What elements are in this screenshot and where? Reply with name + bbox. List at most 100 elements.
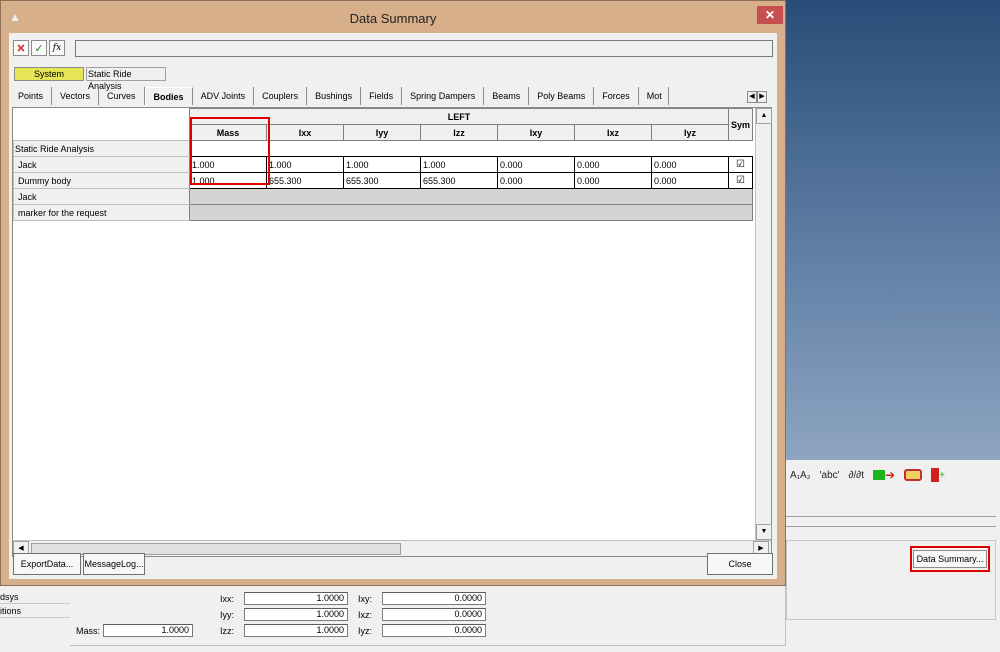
list-item[interactable]: dsys xyxy=(0,590,70,604)
iyz-cell[interactable]: 0.000 xyxy=(651,156,729,173)
string-icon[interactable]: 'abc' xyxy=(820,467,840,483)
divider xyxy=(786,516,996,517)
column-header-izz[interactable]: Izz xyxy=(420,124,498,141)
expression-icon[interactable]: A₁A₂ xyxy=(790,467,811,483)
ixx-field[interactable]: 1.0000 xyxy=(244,592,348,605)
close-button[interactable]: Close xyxy=(707,553,773,575)
ixy-cell[interactable]: 0.000 xyxy=(497,156,575,173)
side-header: LEFT xyxy=(189,108,729,125)
corner-cell xyxy=(13,108,190,125)
izz-cell[interactable]: 1.000 xyxy=(420,156,498,173)
group-spacer xyxy=(189,140,753,157)
ixz-field[interactable]: 0.0000 xyxy=(382,608,486,621)
export-data-button[interactable]: ExportData... xyxy=(13,553,81,575)
tab-curves[interactable]: Curves xyxy=(99,87,145,105)
ixz-cell[interactable]: 0.000 xyxy=(574,156,652,173)
data-summary-button-label[interactable]: Data Summary... xyxy=(912,550,988,568)
ixz-cell[interactable]: 0.000 xyxy=(574,172,652,189)
iyz-cell[interactable]: 0.000 xyxy=(651,172,729,189)
dialog-client: ✕ ✓ fx System Static Ride Analysis Point… xyxy=(9,33,777,579)
data-summary-dialog: ▲ Data Summary ✕ ✕ ✓ fx System Static Ri… xyxy=(0,0,786,586)
row-label[interactable]: marker for the request xyxy=(13,204,190,221)
message-log-button[interactable]: MessageLog... xyxy=(83,553,145,575)
column-header-iyy[interactable]: Iyy xyxy=(343,124,421,141)
iyy-cell[interactable]: 1.000 xyxy=(343,156,421,173)
link-icon[interactable] xyxy=(904,469,923,481)
tab-vectors[interactable]: Vectors xyxy=(52,87,100,105)
column-header-iyz[interactable]: Iyz xyxy=(651,124,729,141)
disabled-cells xyxy=(188,204,754,221)
scroll-down-icon[interactable]: ▼ xyxy=(756,524,772,540)
disabled-cells xyxy=(188,188,754,205)
column-header-mass[interactable]: Mass xyxy=(189,124,267,141)
izz-cell[interactable]: 655.300 xyxy=(420,172,498,189)
tab-points[interactable]: Points xyxy=(10,87,53,105)
tab-fields[interactable]: Fields xyxy=(361,87,403,105)
row-label[interactable]: Dummy body xyxy=(13,172,190,189)
column-header-ixy[interactable]: Ixy xyxy=(497,124,575,141)
stack-icon[interactable]: + xyxy=(931,467,945,483)
data-summary-button[interactable]: Data Summary... xyxy=(910,546,990,572)
vertical-scrollbar[interactable]: ▲ ▼ xyxy=(755,108,772,540)
ixy-field[interactable]: 0.0000 xyxy=(382,592,486,605)
column-header-ixz[interactable]: Ixz xyxy=(574,124,652,141)
bg-list: dsys itions xyxy=(0,590,70,618)
tab-poly-beams[interactable]: Poly Beams xyxy=(529,87,595,105)
tab-adv-joints[interactable]: ADV Joints xyxy=(193,87,255,105)
row-label[interactable]: Jack xyxy=(13,188,190,205)
ixz-label: Ixz: xyxy=(358,610,373,620)
table-row[interactable]: marker for the request xyxy=(13,204,754,221)
table-row[interactable]: Jack xyxy=(13,188,754,205)
mass-cell[interactable]: 1.000 xyxy=(189,172,267,189)
system-button[interactable]: System xyxy=(14,67,84,81)
izz-field[interactable]: 1.0000 xyxy=(244,624,348,637)
tab-scroll: ◀ ▶ xyxy=(747,91,767,103)
iyz-label: Iyz: xyxy=(358,626,373,636)
tab-scroll-left-icon[interactable]: ◀ xyxy=(747,91,757,103)
ixx-cell[interactable]: 1.000 xyxy=(266,156,344,173)
bodies-table: LEFT Sym Mass Ixx Iyy Izz Ixy Ixz Iyz St… xyxy=(13,108,754,221)
mass-field[interactable]: 1.0000 xyxy=(103,624,193,637)
tab-bushings[interactable]: Bushings xyxy=(307,87,362,105)
table-row[interactable]: Dummy body 1.000 655.300 655.300 655.300… xyxy=(13,172,754,189)
sym-checkbox[interactable]: ☑ xyxy=(727,156,754,173)
formula-buttons: ✕ ✓ fx xyxy=(13,40,65,56)
column-header-ixx[interactable]: Ixx xyxy=(266,124,344,141)
iyy-cell[interactable]: 655.300 xyxy=(343,172,421,189)
graphics-viewport[interactable] xyxy=(786,0,1000,460)
tab-spring-dampers[interactable]: Spring Dampers xyxy=(402,87,485,105)
ixx-cell[interactable]: 655.300 xyxy=(266,172,344,189)
tab-couplers[interactable]: Couplers xyxy=(254,87,308,105)
mass-label: Mass: xyxy=(76,626,101,636)
data-grid[interactable]: LEFT Sym Mass Ixx Iyy Izz Ixy Ixz Iyz St… xyxy=(12,107,772,557)
mass-cell[interactable]: 1.000 xyxy=(189,156,267,173)
table-row[interactable]: Jack 1.000 1.000 1.000 1.000 0.000 0.000… xyxy=(13,156,754,173)
scroll-up-icon[interactable]: ▲ xyxy=(756,108,772,124)
accept-icon[interactable]: ✓ xyxy=(31,40,47,56)
tab-bodies[interactable]: Bodies xyxy=(144,87,193,105)
tab-scroll-right-icon[interactable]: ▶ xyxy=(757,91,767,103)
cancel-icon[interactable]: ✕ xyxy=(13,40,29,56)
ixy-label: Ixy: xyxy=(358,594,373,604)
column-header-sym[interactable]: Sym xyxy=(727,108,754,141)
close-icon[interactable]: ✕ xyxy=(757,6,783,24)
ixy-cell[interactable]: 0.000 xyxy=(497,172,575,189)
green-arrow-icon[interactable]: ➔ xyxy=(873,467,895,483)
iyy-field[interactable]: 1.0000 xyxy=(244,608,348,621)
sym-checkbox[interactable]: ☑ xyxy=(727,172,754,189)
tab-strip: Points Vectors Curves Bodies ADV Joints … xyxy=(10,87,669,105)
formula-input[interactable] xyxy=(75,40,773,57)
iyy-label: Iyy: xyxy=(220,610,235,620)
izz-label: Izz: xyxy=(220,626,235,636)
corner-cell xyxy=(13,124,190,141)
list-item[interactable]: itions xyxy=(0,604,70,618)
group-label[interactable]: Static Ride Analysis xyxy=(13,140,190,157)
derivative-icon[interactable]: ∂/∂t xyxy=(849,467,864,483)
row-label[interactable]: Jack xyxy=(13,156,190,173)
tab-forces[interactable]: Forces xyxy=(594,87,639,105)
tab-beams[interactable]: Beams xyxy=(484,87,530,105)
iyz-field[interactable]: 0.0000 xyxy=(382,624,486,637)
function-icon[interactable]: fx xyxy=(49,40,65,56)
title-bar[interactable]: ▲ Data Summary ✕ xyxy=(1,1,785,33)
tab-motions[interactable]: Mot xyxy=(639,87,669,105)
